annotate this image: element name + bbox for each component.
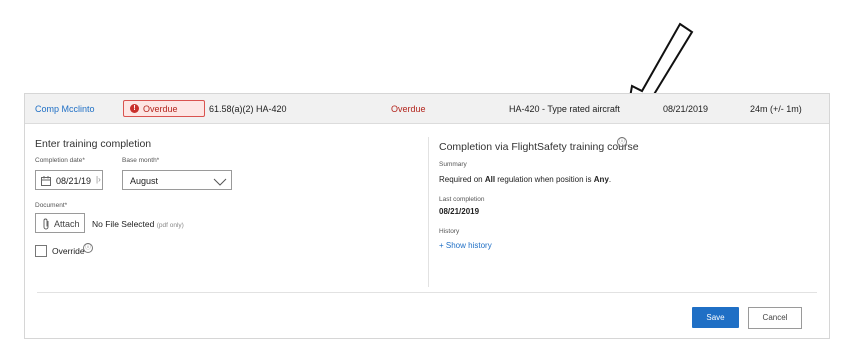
chevron-down-icon bbox=[213, 178, 227, 186]
cancel-button[interactable]: Cancel bbox=[748, 307, 802, 329]
pdf-only-hint: (pdf only) bbox=[156, 222, 184, 229]
due-date-text: 08/21/2019 bbox=[663, 104, 709, 114]
override-info-icon[interactable]: ⓘ bbox=[83, 243, 93, 253]
alert-icon: ! bbox=[130, 104, 139, 113]
completion-date-input[interactable]: 08/21/19 |› bbox=[35, 170, 103, 190]
overdue-status-badge: ! Overdue bbox=[123, 100, 205, 117]
text-cursor-icon: |› bbox=[96, 175, 101, 184]
footer-divider bbox=[37, 292, 817, 293]
completion-date-label: Completion date* bbox=[35, 157, 85, 164]
override-checkbox[interactable] bbox=[35, 245, 47, 257]
history-label: History bbox=[439, 228, 460, 235]
summary-text: Required on All regulation when position… bbox=[439, 175, 612, 184]
training-row-header[interactable]: Comp Mcclinto ! Overdue 61.58(a)(2) HA-4… bbox=[25, 94, 829, 124]
save-button[interactable]: Save bbox=[692, 307, 739, 328]
status-text: Overdue bbox=[391, 104, 426, 114]
last-completion-label: Last completion bbox=[439, 196, 485, 203]
document-label: Document* bbox=[35, 202, 68, 209]
base-month-select[interactable]: August bbox=[122, 170, 232, 190]
pilot-name-link[interactable]: Comp Mcclinto bbox=[35, 104, 95, 114]
paperclip-icon bbox=[43, 218, 49, 230]
enter-completion-title: Enter training completion bbox=[35, 138, 152, 150]
attach-button[interactable]: Attach bbox=[35, 213, 85, 233]
last-completion-value: 08/21/2019 bbox=[439, 207, 480, 216]
completion-info-icon[interactable]: ⓘ bbox=[617, 137, 627, 147]
regulation-text: 61.58(a)(2) HA-420 bbox=[209, 104, 287, 114]
completion-via-title: Completion via FlightSafety training cou… bbox=[439, 141, 639, 153]
calendar-icon[interactable] bbox=[41, 176, 51, 186]
training-completion-panel: Comp Mcclinto ! Overdue 61.58(a)(2) HA-4… bbox=[24, 93, 830, 339]
base-month-label: Base month* bbox=[122, 157, 160, 164]
no-file-text: No File Selected bbox=[92, 219, 155, 229]
column-divider bbox=[428, 137, 429, 287]
override-label: Override bbox=[52, 246, 85, 256]
course-text: HA-420 - Type rated aircraft bbox=[509, 104, 620, 114]
show-history-link[interactable]: + Show history bbox=[439, 241, 492, 250]
summary-label: Summary bbox=[439, 161, 467, 168]
file-status: No File Selected (pdf only) bbox=[92, 219, 184, 229]
interval-text: 24m (+/- 1m) bbox=[750, 104, 802, 114]
